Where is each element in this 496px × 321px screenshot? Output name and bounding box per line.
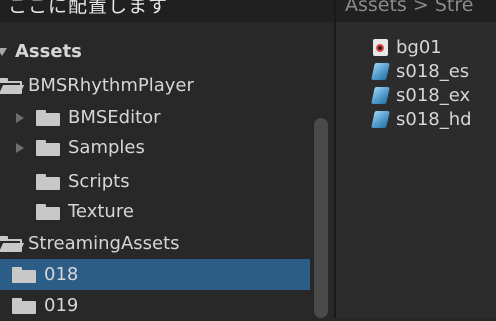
top-strip: ここに配置します Assets > Stre bbox=[0, 0, 496, 22]
folder-icon bbox=[36, 109, 60, 126]
folder-icon bbox=[36, 173, 60, 190]
tree-item-019[interactable]: 019 bbox=[0, 290, 310, 321]
tree-item-scripts[interactable]: Scripts bbox=[36, 166, 346, 197]
chevron-right-icon[interactable] bbox=[16, 142, 24, 153]
file-label: s018_es bbox=[396, 60, 470, 82]
vertical-scrollbar[interactable] bbox=[314, 118, 328, 318]
file-label: s018_hd bbox=[396, 108, 472, 130]
chevron-right-icon[interactable] bbox=[16, 112, 24, 123]
tree-item-assets[interactable]: Assets bbox=[0, 36, 310, 67]
file-item-bg01[interactable]: bg01 bbox=[373, 35, 442, 59]
top-caption: ここに配置します bbox=[8, 0, 169, 17]
audio-file-icon bbox=[373, 38, 388, 56]
folder-icon bbox=[12, 266, 36, 283]
folder-icon bbox=[12, 297, 36, 314]
file-item-s018-ex[interactable]: s018_ex bbox=[371, 83, 471, 107]
folder-icon bbox=[36, 203, 60, 220]
tree-item-label: 018 bbox=[44, 264, 79, 285]
tree-item-label: Assets bbox=[15, 41, 82, 62]
tree-item-label: Samples bbox=[68, 137, 145, 158]
folder-contents-panel: bg01 s018_es s018_ex s018_hd bbox=[336, 22, 496, 318]
tree-item-label: StreamingAssets bbox=[28, 233, 180, 254]
tree-item-label: BMSEditor bbox=[68, 107, 161, 128]
asset-file-icon bbox=[371, 110, 390, 128]
file-item-s018-es[interactable]: s018_es bbox=[371, 59, 470, 83]
tree-item-bmsrhythmplayer[interactable]: BMSRhythmPlayer bbox=[0, 70, 310, 101]
tree-item-texture[interactable]: Texture bbox=[36, 196, 346, 227]
tree-item-label: BMSRhythmPlayer bbox=[28, 75, 194, 96]
tree-item-label: 019 bbox=[44, 295, 79, 316]
tree-item-bmseditor[interactable]: BMSEditor bbox=[16, 102, 326, 133]
asset-file-icon bbox=[371, 62, 390, 80]
project-tree-panel: Assets BMSRhythmPlayer BMSEditor Samples… bbox=[0, 22, 334, 318]
breadcrumb[interactable]: Assets > Stre bbox=[345, 0, 473, 16]
tree-item-streamingassets[interactable]: StreamingAssets bbox=[0, 228, 310, 259]
folder-icon bbox=[36, 139, 60, 156]
file-label: s018_ex bbox=[396, 84, 471, 106]
tree-item-label: Scripts bbox=[68, 171, 130, 192]
tree-item-018[interactable]: 018 bbox=[0, 259, 310, 290]
tree-item-samples[interactable]: Samples bbox=[16, 132, 326, 163]
tree-item-label: Texture bbox=[68, 201, 134, 222]
file-item-s018-hd[interactable]: s018_hd bbox=[371, 107, 472, 131]
file-label: bg01 bbox=[396, 36, 442, 58]
folder-open-icon bbox=[0, 235, 25, 252]
folder-open-icon bbox=[0, 77, 25, 94]
asset-file-icon bbox=[371, 86, 390, 104]
chevron-down-icon[interactable] bbox=[0, 47, 7, 56]
